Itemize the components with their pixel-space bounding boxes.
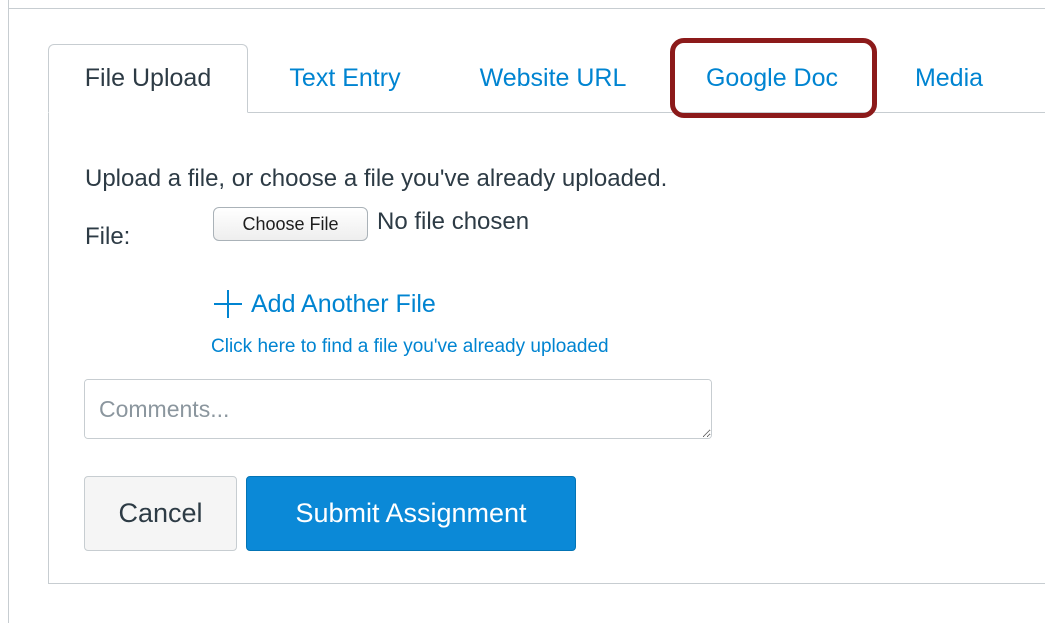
window-top-border bbox=[8, 8, 1045, 9]
tab-file-upload-label: File Upload bbox=[84, 64, 212, 92]
file-label: File: bbox=[85, 223, 131, 250]
find-uploaded-file-link[interactable]: Click here to find a file you've already… bbox=[211, 336, 609, 358]
submit-assignment-button[interactable]: Submit Assignment bbox=[246, 476, 576, 551]
choose-file-button-label: Choose File bbox=[242, 213, 339, 234]
tab-website-url[interactable]: Website URL bbox=[452, 44, 654, 113]
tab-text-entry-label: Text Entry bbox=[289, 64, 401, 92]
choose-file-button[interactable]: Choose File bbox=[213, 207, 368, 241]
add-another-file-label: Add Another File bbox=[251, 289, 436, 318]
cancel-button-label: Cancel bbox=[118, 498, 203, 528]
tab-media-label: Media bbox=[914, 64, 984, 92]
plus-icon bbox=[211, 287, 245, 321]
tab-google-doc-label: Google Doc bbox=[705, 64, 839, 92]
submit-assignment-button-label: Submit Assignment bbox=[295, 498, 527, 528]
tab-media[interactable]: Media bbox=[890, 44, 1008, 113]
tab-file-upload[interactable]: File Upload bbox=[48, 44, 248, 113]
file-status-text: No file chosen bbox=[377, 208, 530, 235]
cancel-button[interactable]: Cancel bbox=[84, 476, 237, 551]
tab-google-doc[interactable]: Google Doc bbox=[672, 44, 872, 113]
window-left-border bbox=[8, 0, 9, 623]
comments-textarea[interactable] bbox=[84, 379, 712, 439]
tab-text-entry[interactable]: Text Entry bbox=[262, 44, 428, 113]
add-another-file-link[interactable]: Add Another File bbox=[211, 285, 436, 323]
upload-instructions: Upload a file, or choose a file you've a… bbox=[85, 165, 668, 192]
tab-website-url-label: Website URL bbox=[479, 64, 627, 92]
